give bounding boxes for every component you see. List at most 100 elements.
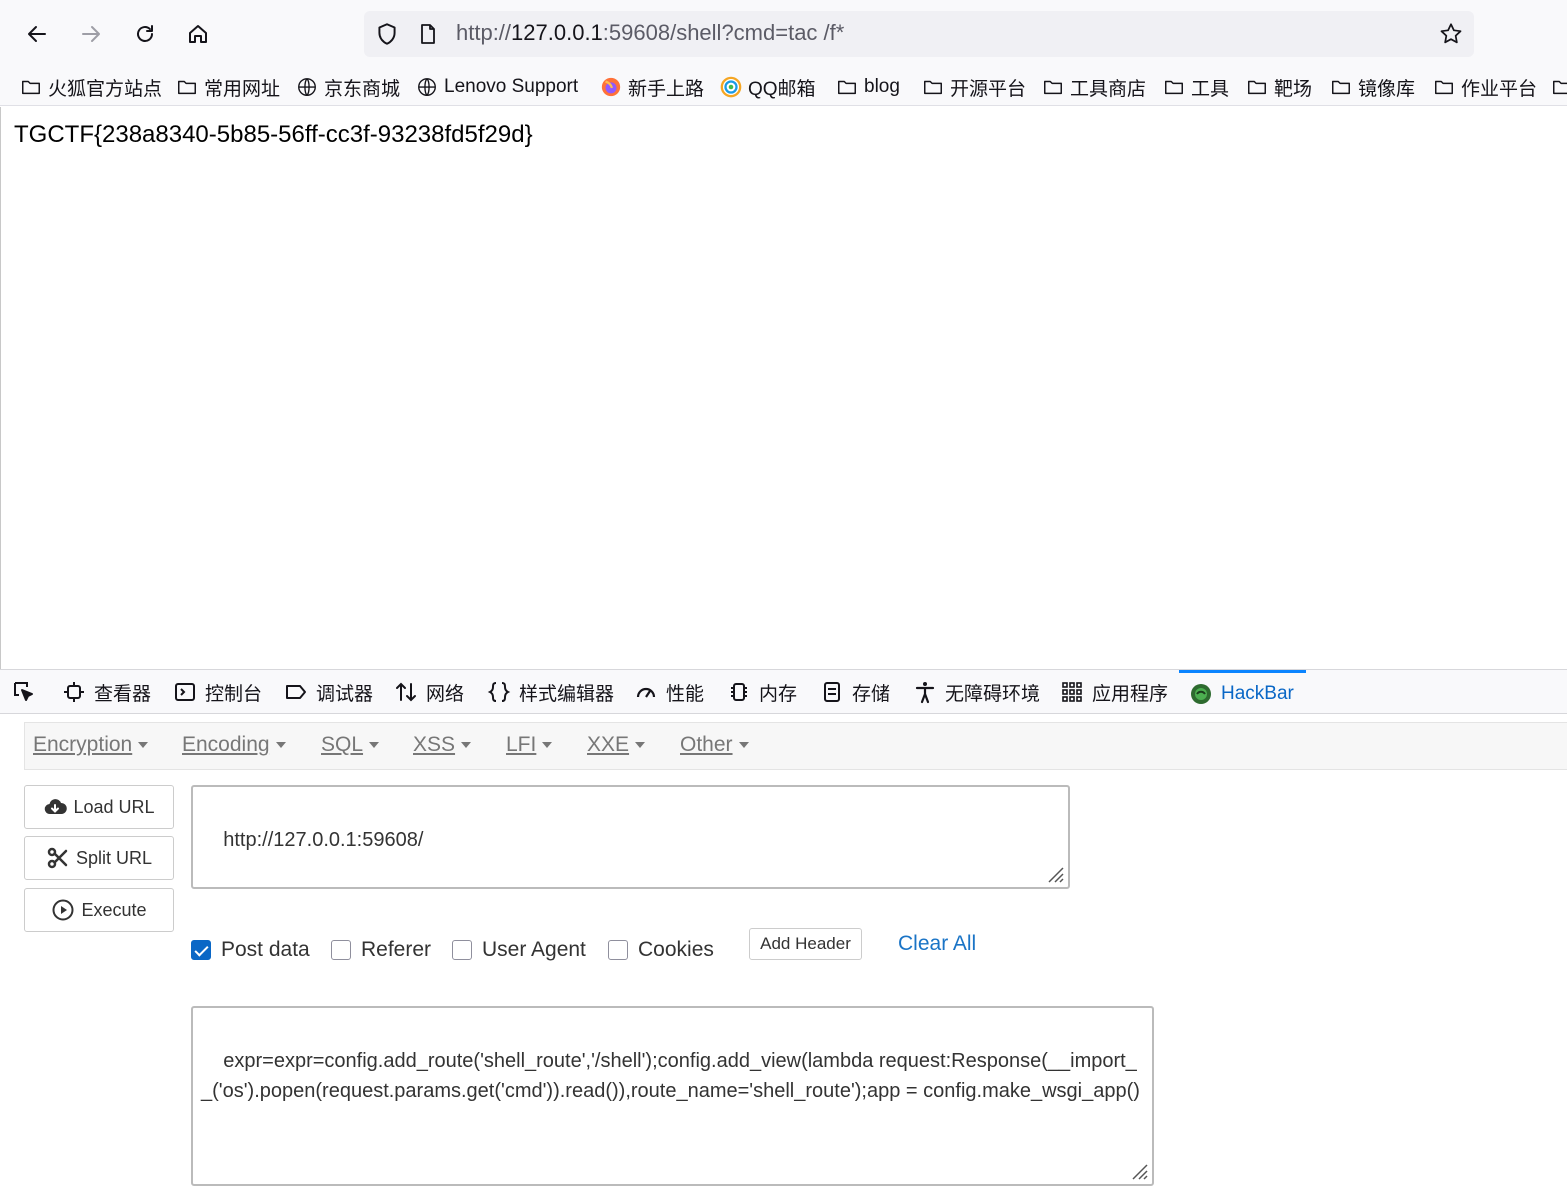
bookmark-label: 常用网址: [204, 78, 281, 100]
devtools-tab-label: 网络: [426, 683, 465, 705]
folder-icon: [1551, 76, 1567, 98]
hackbar-menu-label: XXE: [587, 733, 630, 756]
caret-down-icon: [138, 742, 149, 749]
bookmark-overflow-item[interactable]: [1551, 73, 1567, 101]
forward-button[interactable]: [71, 14, 111, 54]
hackbar-icon: [1189, 682, 1213, 706]
hackbar-menu-item[interactable]: XSS: [413, 733, 472, 757]
devtools-tab[interactable]: 内存: [727, 670, 797, 714]
execute-button[interactable]: Execute: [24, 888, 174, 932]
post-data-check-box[interactable]: [191, 940, 211, 960]
browser-toolbar: http://127.0.0.1:59608/shell?cmd=tac /f*: [0, 0, 1567, 68]
home-button[interactable]: [178, 14, 218, 54]
cloud-download-icon: [45, 799, 68, 815]
devtools-tab[interactable]: 网络: [394, 670, 464, 714]
devtools-tab[interactable]: 调试器: [284, 670, 373, 714]
bookmark-label: QQ邮箱: [748, 78, 816, 100]
bookmark-item[interactable]: 工具商店: [1042, 73, 1146, 101]
split-url-button[interactable]: Split URL: [24, 836, 174, 880]
folder-icon: [922, 76, 944, 98]
devtools-tab-label: 调试器: [316, 683, 374, 705]
bookmark-label: 作业平台: [1461, 78, 1538, 100]
hackbar-menu-item[interactable]: Encoding: [182, 733, 286, 757]
referer-checkbox[interactable]: Referer: [331, 936, 431, 964]
url-text[interactable]: http://127.0.0.1:59608/shell?cmd=tac /f*: [456, 20, 844, 46]
caret-down-icon: [275, 742, 286, 749]
bookmark-item[interactable]: 火狐官方站点: [20, 73, 162, 101]
folder-icon: [20, 76, 42, 98]
bookmark-item[interactable]: 镜像库: [1330, 73, 1415, 101]
bookmark-label: 新手上路: [628, 78, 705, 100]
bookmark-item[interactable]: 常用网址: [176, 73, 280, 101]
post-body-textarea[interactable]: expr=expr=config.add_route('shell_route'…: [191, 1006, 1154, 1186]
devtools-tab[interactable]: 应用程序: [1060, 670, 1168, 714]
hackbar-menu-item[interactable]: Encryption: [33, 733, 149, 757]
back-button[interactable]: [17, 14, 57, 54]
resize-grip-icon[interactable]: [1045, 864, 1065, 884]
post-body-value: expr=expr=config.add_route('shell_route'…: [201, 1050, 1140, 1102]
load-url-button[interactable]: Load URL: [24, 785, 174, 829]
url-textarea[interactable]: http://127.0.0.1:59608/: [191, 785, 1070, 889]
devtools-tab[interactable]: 性能: [634, 670, 704, 714]
hackbar-menu: Encryption Encoding SQL XSS LFI XXE Other: [24, 722, 1567, 770]
shield-icon[interactable]: [374, 21, 400, 47]
element-picker-button[interactable]: [12, 670, 36, 714]
bookmark-item[interactable]: QQ邮箱: [720, 73, 816, 101]
star-icon[interactable]: [1438, 21, 1464, 47]
storage-icon: [820, 680, 844, 704]
url-prefix: http://: [456, 20, 512, 45]
devtools-tab[interactable]: 无障碍环境: [913, 670, 1040, 714]
bookmark-item[interactable]: 工具: [1163, 73, 1229, 101]
reload-icon: [137, 25, 153, 42]
devtools-tab-label: 查看器: [94, 683, 152, 705]
devtools-tab[interactable]: HackBar: [1179, 670, 1306, 714]
add-header-button[interactable]: Add Header: [749, 928, 862, 960]
devtools-tab[interactable]: 样式编辑器: [487, 670, 614, 714]
bookmark-item[interactable]: 京东商城: [296, 73, 400, 101]
console-icon: [173, 680, 197, 704]
devtools-tab[interactable]: 控制台: [173, 670, 262, 714]
hackbar-menu-item[interactable]: Other: [680, 733, 749, 757]
user-agent-checkbox[interactable]: User Agent: [452, 936, 586, 964]
performance-icon: [634, 680, 658, 704]
post-data-label: Post data: [221, 938, 310, 961]
bookmark-label: 工具商店: [1070, 78, 1147, 100]
resize-grip-icon[interactable]: [1129, 1161, 1149, 1181]
devtools-tab[interactable]: 存储: [820, 670, 890, 714]
debugger-icon: [284, 680, 308, 704]
hackbar-menu-item[interactable]: XXE: [587, 733, 646, 757]
referer-check-box[interactable]: [331, 940, 351, 960]
reload-button[interactable]: [125, 14, 165, 54]
bookmark-item[interactable]: Lenovo Support: [416, 73, 578, 101]
url-bar[interactable]: http://127.0.0.1:59608/shell?cmd=tac /f*: [364, 11, 1474, 57]
page-icon[interactable]: [416, 22, 440, 46]
load-url-label: Load URL: [73, 796, 155, 817]
bookmark-item[interactable]: 靶场: [1246, 73, 1312, 101]
bookmark-item[interactable]: blog: [836, 73, 900, 101]
devtools-tab-label: 性能: [666, 683, 705, 705]
hackbar-menu-label: XSS: [413, 733, 456, 756]
hackbar-menu-label: SQL: [321, 733, 364, 756]
bookmark-item[interactable]: 作业平台: [1433, 73, 1537, 101]
hackbar-menu-label: Encryption: [33, 733, 133, 756]
hackbar-menu-item[interactable]: SQL: [321, 733, 380, 757]
bookmark-item[interactable]: 新手上路: [600, 73, 704, 101]
qqmail-icon: [720, 76, 742, 98]
user-agent-label: User Agent: [482, 938, 586, 961]
url-host: 127.0.0.1: [511, 20, 603, 45]
folder-icon: [1246, 76, 1268, 98]
hackbar-menu-label: Encoding: [182, 733, 270, 756]
devtools-tab-strip: 查看器 控制台 调试器 网络 样式编辑器 性能 内存 存储 无障碍环境 应用程序 HackBar: [0, 669, 1567, 714]
post-data-checkbox[interactable]: Post data: [191, 936, 310, 964]
devtools-tab[interactable]: 查看器: [62, 670, 151, 714]
execute-label: Execute: [81, 899, 147, 920]
clear-all-link[interactable]: Clear All: [898, 932, 976, 956]
url-rest: :59608/shell?cmd=tac /f*: [602, 20, 845, 45]
devtools-tab-label: 控制台: [205, 683, 263, 705]
hackbar-panel: Encryption Encoding SQL XSS LFI XXE Other Load…: [0, 714, 1567, 1193]
cookies-check-box[interactable]: [608, 940, 628, 960]
hackbar-menu-item[interactable]: LFI: [506, 733, 553, 757]
cookies-checkbox[interactable]: Cookies: [608, 936, 714, 964]
bookmark-item[interactable]: 开源平台: [922, 73, 1026, 101]
user-agent-check-box[interactable]: [452, 940, 472, 960]
